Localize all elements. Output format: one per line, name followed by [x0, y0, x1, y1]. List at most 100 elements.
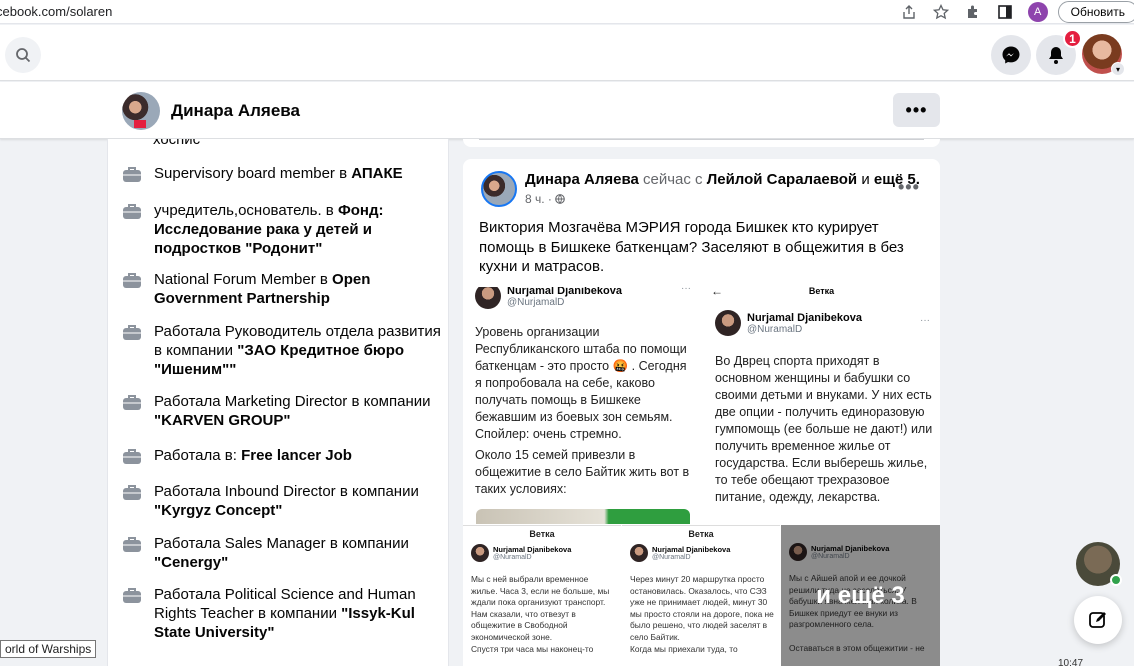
post-status-text: сейчас с	[638, 171, 707, 188]
intro-item: National Forum Member в Open Government …	[122, 270, 442, 308]
browser-toolbar: cebook.com/solaren A Обновить	[0, 0, 1134, 24]
tweet-author: Nurjamal Djanibekova	[747, 311, 862, 324]
post-header: Динара Аляева сейчас с Лейлой Саралаевой…	[525, 171, 920, 188]
tweet-author: Nurjamal Djanibekova	[493, 545, 572, 554]
bookmark-star-icon[interactable]	[932, 3, 950, 21]
tweet-text: Около 15 семей привезли в общежитие в се…	[475, 448, 690, 496]
new-message-button[interactable]	[1074, 596, 1122, 644]
briefcase-icon	[123, 273, 141, 288]
profile-sticky-header: Динара Аляева •••	[0, 82, 1134, 139]
intro-item: Работала Marketing Director в компании "…	[122, 392, 442, 430]
intro-item-text: Работала Marketing Director в компании	[154, 393, 431, 410]
messenger-button[interactable]	[991, 35, 1031, 75]
back-arrow-icon: ←	[711, 287, 723, 298]
more-photos-overlay[interactable]: и ещё 3	[781, 525, 940, 666]
tweet-text: Через минут 20 маршрутка просто останови…	[630, 574, 774, 642]
side-panel-icon[interactable]	[996, 3, 1014, 21]
intro-item-text: National Forum Member в	[154, 271, 333, 288]
intro-cut-text: хоспис	[153, 139, 201, 148]
tweet-handle: @NurjamalD	[507, 296, 565, 308]
notification-count-badge: 1	[1063, 29, 1082, 48]
intro-item: Работала Руководитель отдела развития в …	[122, 322, 442, 379]
tweet-handle: @NuramalD	[652, 554, 691, 561]
briefcase-icon	[123, 485, 141, 500]
intro-item-link[interactable]: "Kyrgyz Concept"	[154, 502, 282, 519]
tweet-author: Nurjamal Djanibekova	[507, 287, 622, 297]
profile-name[interactable]: Динара Аляева	[171, 101, 300, 121]
post-author-name[interactable]: Динара Аляева	[525, 171, 639, 188]
address-bar[interactable]: cebook.com/solaren	[0, 4, 900, 19]
post-and-text: и	[857, 171, 874, 188]
search-button[interactable]	[5, 37, 41, 73]
intro-item-text: Работала Inbound Director в компании	[154, 483, 419, 500]
bell-icon	[1049, 47, 1063, 64]
previous-post-bottom	[463, 139, 940, 147]
briefcase-icon	[123, 204, 141, 219]
intro-item-text: Supervisory board member в	[154, 165, 352, 182]
profile-avatar[interactable]	[122, 92, 160, 130]
messenger-icon	[1002, 46, 1020, 64]
facebook-top-bar: 1 ▾	[0, 25, 1134, 81]
intro-item-text: Работала в:	[154, 447, 242, 464]
globe-icon	[555, 194, 566, 204]
update-button[interactable]: Обновить	[1057, 0, 1134, 23]
intro-item: учредитель,основатель. в Фонд: Исследова…	[122, 201, 442, 258]
briefcase-icon	[123, 167, 141, 182]
post-image[interactable]: Ветка Nurjamal Djanibekova @NuramalD Чер…	[622, 525, 780, 666]
intro-item-text: учредитель,основатель. в	[154, 202, 338, 219]
post-meta: 8 ч. ·	[525, 192, 566, 206]
search-icon	[16, 48, 31, 63]
briefcase-icon	[123, 537, 141, 552]
briefcase-icon	[123, 588, 141, 603]
intro-item-link[interactable]: АПАКЕ	[351, 165, 402, 182]
chevron-down-icon: ▾	[1111, 62, 1125, 76]
post-text: Виктория Мозгачёва МЭРИЯ города Бишкек к…	[479, 219, 904, 275]
intro-item-link[interactable]: Free lancer Job	[241, 447, 352, 464]
briefcase-icon	[123, 449, 141, 464]
tweet-avatar	[715, 310, 741, 336]
intro-item-link[interactable]: "Cenergy"	[154, 554, 228, 571]
tweet-text: Когда мы приехали туда, то	[630, 644, 738, 654]
notifications-button[interactable]: 1	[1036, 29, 1082, 75]
taskbar-tooltip: orld of Warships	[0, 640, 97, 658]
share-icon[interactable]	[900, 3, 918, 21]
flag-icon	[134, 120, 146, 128]
intro-item: Работала Political Science and Human Rig…	[122, 585, 442, 642]
intro-item: Supervisory board member в АПАКЕ	[122, 164, 442, 184]
intro-item-link[interactable]: "KARVEN GROUP"	[154, 412, 290, 429]
compose-icon	[1089, 612, 1106, 628]
briefcase-icon	[123, 395, 141, 410]
briefcase-icon	[123, 325, 141, 340]
intro-item: Работала Sales Manager в компании "Cener…	[122, 534, 442, 572]
browser-profile-avatar[interactable]: A	[1027, 1, 1048, 22]
contact-chat-avatar[interactable]	[1076, 542, 1122, 586]
tweet-text: Уровень организации Республиканского шта…	[475, 325, 687, 441]
post-options-button[interactable]: •••	[898, 177, 920, 198]
online-status-dot	[1110, 574, 1122, 586]
tweet-avatar	[471, 544, 489, 562]
tweet-text: Спустя три часа мы наконец-то	[471, 644, 594, 654]
profile-more-button[interactable]: •••	[893, 93, 940, 127]
post-image[interactable]: Ветка Nurjamal Djanibekova @NuramalD Мы …	[463, 525, 621, 666]
post-image[interactable]: Nurjamal Djanibekova @NurjamalD ··· Уров…	[463, 287, 701, 524]
tweet-handle: @NuramalD	[493, 554, 532, 561]
extensions-puzzle-icon[interactable]	[964, 3, 982, 21]
taskbar-clock: 10:47	[1058, 658, 1084, 666]
tweet-text: Во Дврец спорта приходят в основном женщ…	[715, 354, 933, 504]
post-timestamp[interactable]: 8 ч. ·	[525, 192, 555, 206]
account-avatar[interactable]: ▾	[1082, 34, 1125, 76]
tweet-avatar	[475, 287, 501, 309]
tweet-header: Ветка	[529, 529, 555, 539]
post-author-avatar[interactable]	[481, 171, 517, 207]
intro-item: Работала Inbound Director в компании "Ky…	[122, 482, 442, 520]
post-image[interactable]: ← Ветка Nurjamal Djanibekova @NuramalD ·…	[703, 287, 940, 524]
intro-card: хоспис Supervisory board member в АПАКЕ …	[107, 139, 449, 666]
tagged-person-link[interactable]: Лейлой Саралаевой	[707, 171, 857, 188]
intro-item-text: Работала Sales Manager в компании	[154, 535, 409, 552]
tweet-author: Nurjamal Djanibekova	[652, 545, 731, 554]
tweet-header: Ветка	[808, 287, 835, 296]
tweet-handle: @NuramalD	[747, 323, 803, 335]
intro-item: Работала в: Free lancer Job	[122, 446, 442, 466]
tweet-text: Мы с ней выбрали временное жилье. Часа 3…	[471, 574, 610, 642]
tweet-header: Ветка	[688, 529, 714, 539]
